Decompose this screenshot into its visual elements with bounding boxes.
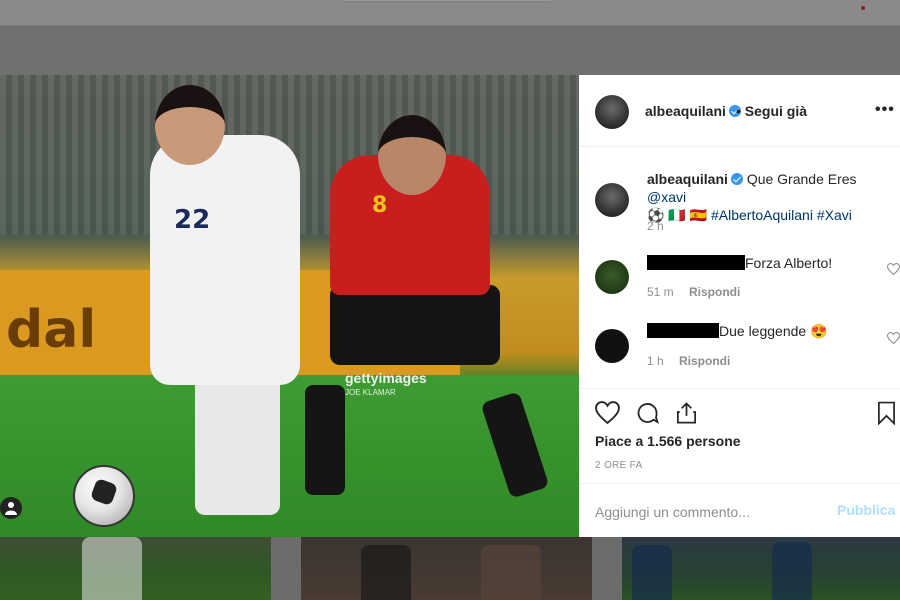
bookmark-icon[interactable]: [877, 401, 896, 425]
notification-dot: [861, 6, 865, 10]
spain-player-head: [378, 115, 446, 195]
background-search-box: [340, 0, 554, 2]
post-author[interactable]: albeaquilani: [645, 103, 741, 119]
post-modal: dal 22 8 gettyimages JOE KLAMAR albeaqui…: [0, 75, 900, 537]
caption-username[interactable]: albeaquilani: [647, 171, 728, 187]
background-top-bar: [0, 0, 900, 26]
caption-time[interactable]: 2 h: [647, 219, 664, 233]
avatar[interactable]: [595, 183, 629, 217]
post-date[interactable]: 2 ORE FA: [595, 460, 642, 471]
background-logo: [0, 0, 90, 8]
redacted-username: [647, 255, 745, 270]
avatar[interactable]: [595, 95, 629, 129]
comment-text: Forza Alberto!: [745, 255, 833, 271]
heart-icon[interactable]: [595, 401, 620, 424]
more-options-icon[interactable]: •••: [875, 101, 895, 119]
comment-time[interactable]: 51 m: [647, 285, 674, 299]
follow-status[interactable]: • Segui già: [736, 103, 807, 119]
add-comment-bar: Pubblica: [579, 483, 900, 537]
action-bar: [579, 388, 900, 434]
share-icon[interactable]: [675, 401, 698, 425]
caption-mention-link[interactable]: @xavi: [647, 189, 686, 205]
watermark-credit: JOE KLAMAR: [345, 388, 396, 397]
avatar[interactable]: [595, 260, 629, 294]
italy-jersey-number: 22: [174, 205, 211, 235]
reply-button[interactable]: Rispondi: [689, 285, 740, 299]
italy-player-legs: [195, 375, 280, 515]
comment-icon[interactable]: [635, 401, 660, 425]
user-tag-icon[interactable]: [0, 497, 22, 519]
background-overlay: [0, 26, 900, 75]
spain-player-shorts: [330, 285, 500, 365]
comment-time[interactable]: 1 h: [647, 354, 664, 368]
comment-like-heart-icon[interactable]: [887, 332, 900, 344]
spain-jersey-number: 8: [372, 193, 388, 218]
publish-button[interactable]: Pubblica: [837, 502, 895, 518]
grid-thumbnail: [622, 537, 900, 600]
post-side-panel: albeaquilani • Segui già ••• albeaquilan…: [579, 75, 900, 537]
italy-player-head: [155, 85, 225, 165]
football: [73, 465, 135, 527]
post-photo[interactable]: dal 22 8 gettyimages JOE KLAMAR: [0, 75, 579, 537]
likes-count[interactable]: Piace a 1.566 persone: [595, 433, 741, 449]
background-post-grid: [0, 537, 900, 600]
italy-player: 22: [150, 135, 300, 385]
watermark-brand: gettyimages: [345, 370, 427, 386]
add-comment-input[interactable]: [595, 502, 825, 522]
post-header: albeaquilani • Segui già •••: [579, 75, 900, 147]
reply-button[interactable]: Rispondi: [679, 354, 730, 368]
caption-text: Que Grande Eres: [746, 171, 857, 187]
redacted-username: [647, 323, 719, 338]
comment-item: Forza Alberto!: [647, 255, 832, 271]
comment-like-heart-icon[interactable]: [887, 263, 900, 275]
comment-text: Due leggende 😍: [719, 323, 828, 339]
grid-thumbnail: [301, 537, 592, 600]
grid-thumbnail: [0, 537, 271, 600]
avatar[interactable]: [595, 329, 629, 363]
getty-watermark: gettyimages JOE KLAMAR: [345, 370, 427, 397]
comment-item: Due leggende 😍: [647, 323, 828, 340]
author-username[interactable]: albeaquilani: [645, 103, 726, 119]
verified-icon: [730, 173, 743, 185]
post-caption: albeaquilani Que Grande Eres @xavi ⚽ 🇮🇹 …: [647, 170, 897, 224]
caption-hashtags-link[interactable]: #AlbertoAquilani #Xavi: [711, 207, 852, 223]
